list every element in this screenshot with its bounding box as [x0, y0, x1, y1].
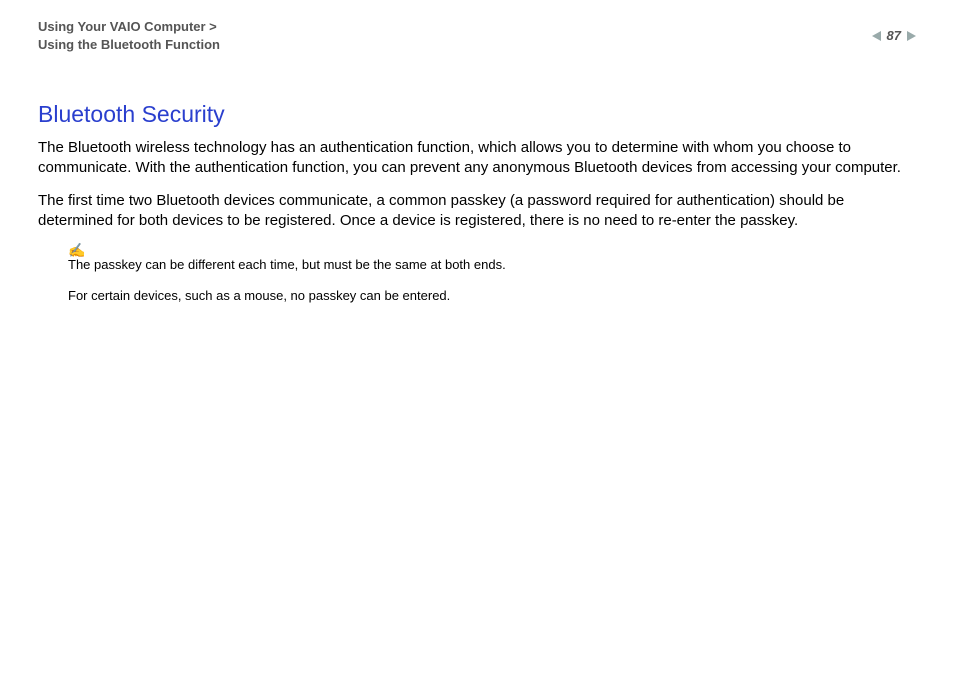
breadcrumb-line-1: Using Your VAIO Computer > — [38, 18, 220, 36]
page-content: Bluetooth Security The Bluetooth wireles… — [38, 101, 916, 305]
prev-page-icon[interactable] — [872, 31, 881, 41]
note-text-2: For certain devices, such as a mouse, no… — [68, 288, 916, 305]
section-title: Bluetooth Security — [38, 101, 916, 128]
page-header: Using Your VAIO Computer > Using the Blu… — [38, 18, 916, 53]
breadcrumb-line-2: Using the Bluetooth Function — [38, 36, 220, 54]
breadcrumb: Using Your VAIO Computer > Using the Blu… — [38, 18, 220, 53]
note-text-1: The passkey can be different each time, … — [68, 257, 916, 274]
note-icon: ✍ — [68, 243, 916, 257]
next-page-icon[interactable] — [907, 31, 916, 41]
page-navigation: 87 — [872, 28, 916, 43]
note-block: ✍ The passkey can be different each time… — [68, 243, 916, 305]
body-paragraph-2: The first time two Bluetooth devices com… — [38, 191, 916, 232]
page-number: 87 — [887, 28, 901, 43]
body-paragraph-1: The Bluetooth wireless technology has an… — [38, 138, 916, 179]
